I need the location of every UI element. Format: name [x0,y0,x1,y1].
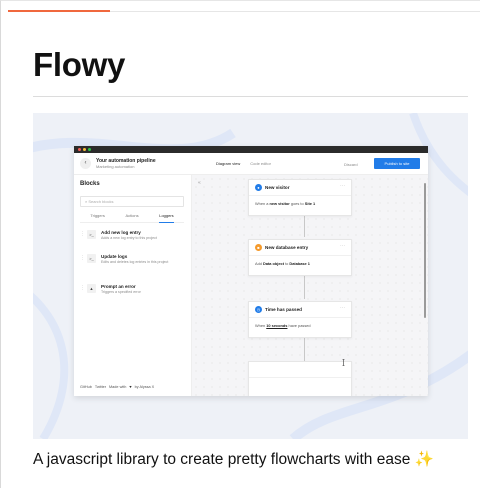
node-highlight: Site 1 [304,201,316,206]
node-header [249,362,351,378]
top-divider [110,11,480,12]
node-highlight: Database 1 [289,261,310,266]
terminal-icon: >_ [87,230,96,239]
search-placeholder: Search blocks [88,199,114,204]
blocks-sidebar: Blocks ⌕ Search blocks Triggers Actions … [74,175,192,396]
flow-node[interactable]: ■ New database entry ··· Add Data object… [248,239,352,276]
hero-image: ‹ Your automation pipeline Marketing aut… [33,113,468,439]
node-text: have passed [287,323,311,328]
node-title: Time has passed [265,307,302,312]
view-toggle: Diagram view Code editor [214,160,273,167]
page-title: Flowy [33,46,126,83]
drag-handle-icon[interactable]: ⋮ [80,255,85,261]
github-link[interactable]: GitHub [80,385,92,389]
flow-node[interactable] [248,361,352,396]
node-highlight: new visitor [269,201,290,206]
database-icon: ■ [255,244,262,251]
block-title: Prompt an error [101,284,136,289]
node-body: When 10 seconds have passed [249,318,351,333]
block-description: Triggers a specified error [101,290,141,294]
block-title: Add new log entry [101,230,141,235]
more-options-icon[interactable]: ··· [340,305,345,311]
terminal-icon: >_ [87,254,96,263]
node-header: ● New visitor ··· [249,180,351,196]
code-editor-tab[interactable]: Code editor [248,160,273,167]
block-item[interactable]: ⋮ ▲ Prompt an error Triggers a specified… [80,283,186,305]
node-header: ◷ Time has passed ··· [249,302,351,318]
node-text: When a [255,201,270,206]
drag-handle-icon[interactable]: ⋮ [80,285,85,291]
node-text: Add [255,261,264,266]
node-text: When [255,323,267,328]
drag-handle-icon[interactable]: ⋮ [80,231,85,237]
more-options-icon[interactable]: ··· [340,243,345,249]
page-caption: A javascript library to create pretty fl… [33,451,434,468]
made-with-label: Made with [109,385,127,389]
node-title: New visitor [265,185,290,190]
block-item[interactable]: ⋮ >_ Add new log entry Adds a new log en… [80,229,186,251]
more-options-icon[interactable]: ··· [340,183,345,189]
node-title: New database entry [265,245,309,250]
window-maximize-dot [88,148,91,151]
block-item[interactable]: ⋮ >_ Update logs Edits and deletes log e… [80,253,186,275]
back-button[interactable]: ‹ [80,158,91,169]
heart-icon: ♥ [129,385,132,389]
clock-icon: ◷ [255,306,262,313]
node-highlight: Data object [263,261,284,266]
block-title: Update logs [101,254,128,259]
canvas-scrollbar[interactable] [424,183,426,318]
node-highlight: 10 seconds [266,323,288,328]
twitter-link[interactable]: Twitter [95,385,106,389]
text-cursor-icon [342,359,345,366]
pipeline-subtitle: Marketing automation [96,164,135,169]
diagram-view-tab[interactable]: Diagram view [214,160,242,167]
node-text: goes to [289,201,305,206]
accent-bar [8,10,110,12]
connector-line [304,215,305,237]
flow-node[interactable]: ● New visitor ··· When a new visitor goe… [248,179,352,216]
tab-actions[interactable]: Actions [125,213,138,218]
sidebar-footer: GitHub Twitter Made with ♥ by Alyssa X [80,385,154,389]
author-label: by Alyssa X [134,385,155,389]
chevron-left-icon: ‹ [84,160,87,166]
node-body: When a new visitor goes to Site 1 [249,196,351,211]
node-header: ■ New database entry ··· [249,240,351,256]
warning-icon: ▲ [87,284,96,293]
flow-node[interactable]: ◷ Time has passed ··· When 10 seconds ha… [248,301,352,338]
title-divider [33,96,468,97]
flowchart-canvas[interactable]: « ● New visitor ··· When a new visitor g… [192,175,428,396]
tab-triggers[interactable]: Triggers [90,213,105,218]
app-header: ‹ Your automation pipeline Marketing aut… [74,153,428,175]
tab-loggers[interactable]: Loggers [159,213,174,223]
eye-icon: ● [255,184,262,191]
app-screenshot: ‹ Your automation pipeline Marketing aut… [74,146,428,396]
connector-line [304,275,305,299]
window-minimize-dot [83,148,86,151]
block-tabs: Triggers Actions Loggers [80,213,184,223]
blocks-title: Blocks [80,181,100,187]
publish-button[interactable]: Publish to site [374,158,420,169]
block-description: Edits and deletes log entries in this pr… [101,260,169,264]
search-input[interactable]: ⌕ Search blocks [80,196,184,207]
block-description: Adds a new log entry to this project [101,236,157,240]
collapse-sidebar-icon[interactable]: « [198,180,201,186]
window-titlebar [74,146,428,153]
discard-button[interactable]: Discard [344,162,358,167]
node-body: Add Data object to Database 1 [249,256,351,271]
window-close-dot [78,148,81,151]
